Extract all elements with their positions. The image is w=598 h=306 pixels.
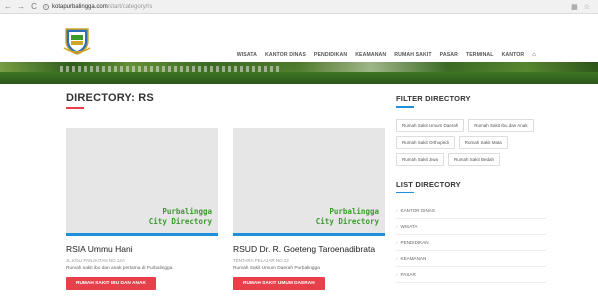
- filter-tag-mata[interactable]: Rumah Sakit Mata: [458, 135, 508, 149]
- directory-card[interactable]: Purbalingga City Directory RSIA Ummu Han…: [66, 128, 218, 290]
- directory-card[interactable]: Purbalingga City Directory RSUD Dr. R. G…: [233, 128, 385, 290]
- list-item[interactable]: › PASAR: [396, 267, 546, 283]
- directory-main: DIRECTORY: RS Purbalingga City Directory…: [66, 92, 385, 290]
- menu-item-pasar[interactable]: PASAR: [440, 52, 458, 58]
- filter-tag-rsud[interactable]: Rumah Sakit Umum Daerah: [396, 118, 465, 132]
- filter-tag-orthopedi[interactable]: Rumah Sakit Orthopedi: [396, 135, 455, 149]
- info-icon[interactable]: i: [43, 3, 49, 10]
- filter-tag-rsia[interactable]: Rumah Sakit Ibu dan Anak: [468, 118, 534, 132]
- category-button[interactable]: RUMAH SAKIT UMUM DAERAH: [233, 277, 325, 290]
- filter-underline: [396, 106, 414, 108]
- menu-item-rumah-sakit[interactable]: RUMAH SAKIT: [394, 52, 431, 58]
- list-underline: [396, 191, 414, 193]
- sidebar: FILTER DIRECTORY Rumah Sakit Umum Daerah…: [396, 94, 546, 283]
- card-address: TENTARA PELAJAR NO.22: [233, 258, 289, 263]
- menu-item-wisata[interactable]: WISATA: [237, 52, 257, 58]
- url-host: kotapurbalingga.com: [52, 3, 108, 10]
- card-description: Rumah Sakit Umum Daerah Purbalingga: [233, 266, 320, 271]
- chevron-right-icon: ›: [396, 272, 398, 277]
- filter-tags: Rumah Sakit Umum Daerah Rumah Sakit Ibu …: [396, 118, 546, 166]
- chevron-right-icon: ›: [396, 240, 398, 245]
- chevron-right-icon: ›: [396, 224, 398, 229]
- main-menu: WISATA KANTOR DINAS PENDIDIKAN KEAMANAN …: [237, 52, 536, 58]
- browser-toolbar: ← → C i kotapurbalingga.com/start/catego…: [0, 0, 598, 14]
- list-item-label: PASAR: [400, 272, 416, 277]
- menu-item-kantor[interactable]: KANTOR: [502, 52, 525, 58]
- directory-cards: Purbalingga City Directory RSIA Ummu Han…: [66, 128, 385, 290]
- title-underline: [66, 107, 84, 109]
- reload-icon[interactable]: C: [29, 2, 39, 12]
- home-icon[interactable]: ⌂: [532, 52, 536, 58]
- card-title[interactable]: RSUD Dr. R. Goeteng Taroenadibrata: [233, 244, 385, 254]
- list-item-label: PENDIDIKAN: [400, 240, 429, 245]
- chevron-right-icon: ›: [396, 208, 398, 213]
- hero-banner: [0, 62, 598, 84]
- translate-icon[interactable]: ▦: [571, 3, 578, 11]
- site-logo[interactable]: [62, 26, 92, 56]
- chevron-right-icon: ›: [396, 256, 398, 261]
- back-icon[interactable]: ←: [3, 2, 13, 12]
- filter-tag-jiwa[interactable]: Rumah Sakit Jiwa: [396, 152, 445, 166]
- card-title[interactable]: RSIA Ummu Hani: [66, 244, 218, 254]
- card-brand-line2: City Directory: [315, 217, 379, 226]
- list-item[interactable]: › PENDIDIKAN: [396, 235, 546, 251]
- banner-fence: [60, 66, 280, 72]
- directory-list: › KANTOR DINAS › WISATA › PENDIDIKAN › KEAMA…: [396, 203, 546, 283]
- forward-icon[interactable]: →: [16, 2, 26, 12]
- list-item-label: WISATA: [400, 224, 418, 229]
- card-brand-line1: Purbalingga: [329, 207, 379, 216]
- card-image[interactable]: Purbalingga City Directory: [233, 128, 385, 236]
- menu-item-kantor-dinas[interactable]: KANTOR DINAS: [265, 52, 306, 58]
- card-description: Rumah sakit ibu dan anak pertama di Purb…: [66, 266, 173, 271]
- list-item[interactable]: › KANTOR DINAS: [396, 203, 546, 219]
- list-item[interactable]: › KEAMANAN: [396, 251, 546, 267]
- list-item[interactable]: › WISATA: [396, 219, 546, 235]
- filter-tag-bedah[interactable]: Rumah Sakit Bedah: [448, 152, 501, 166]
- filter-title: FILTER DIRECTORY: [396, 94, 471, 103]
- bookmark-star-icon[interactable]: ☆: [584, 3, 590, 11]
- card-brand-line1: Purbalingga: [162, 207, 212, 216]
- menu-item-pendidikan[interactable]: PENDIDIKAN: [314, 52, 347, 58]
- menu-item-keamanan[interactable]: KEAMANAN: [355, 52, 386, 58]
- url-path: /start/category/rs: [107, 3, 153, 10]
- category-button[interactable]: RUMAH SAKIT IBU DAN ANAK: [66, 277, 156, 290]
- list-item-label: KANTOR DINAS: [400, 208, 435, 213]
- address-bar[interactable]: i kotapurbalingga.com/start/category/rs: [43, 2, 152, 12]
- card-address: Jl.KOLI PANJAITAN NO.12A: [66, 258, 125, 263]
- card-image[interactable]: Purbalingga City Directory: [66, 128, 218, 236]
- list-item-label: KEAMANAN: [400, 256, 427, 261]
- card-brand-line2: City Directory: [148, 217, 212, 226]
- list-title: LIST DIRECTORY: [396, 179, 461, 189]
- menu-item-terminal[interactable]: TERMINAL: [466, 52, 494, 58]
- page-title: DIRECTORY: RS: [66, 92, 154, 104]
